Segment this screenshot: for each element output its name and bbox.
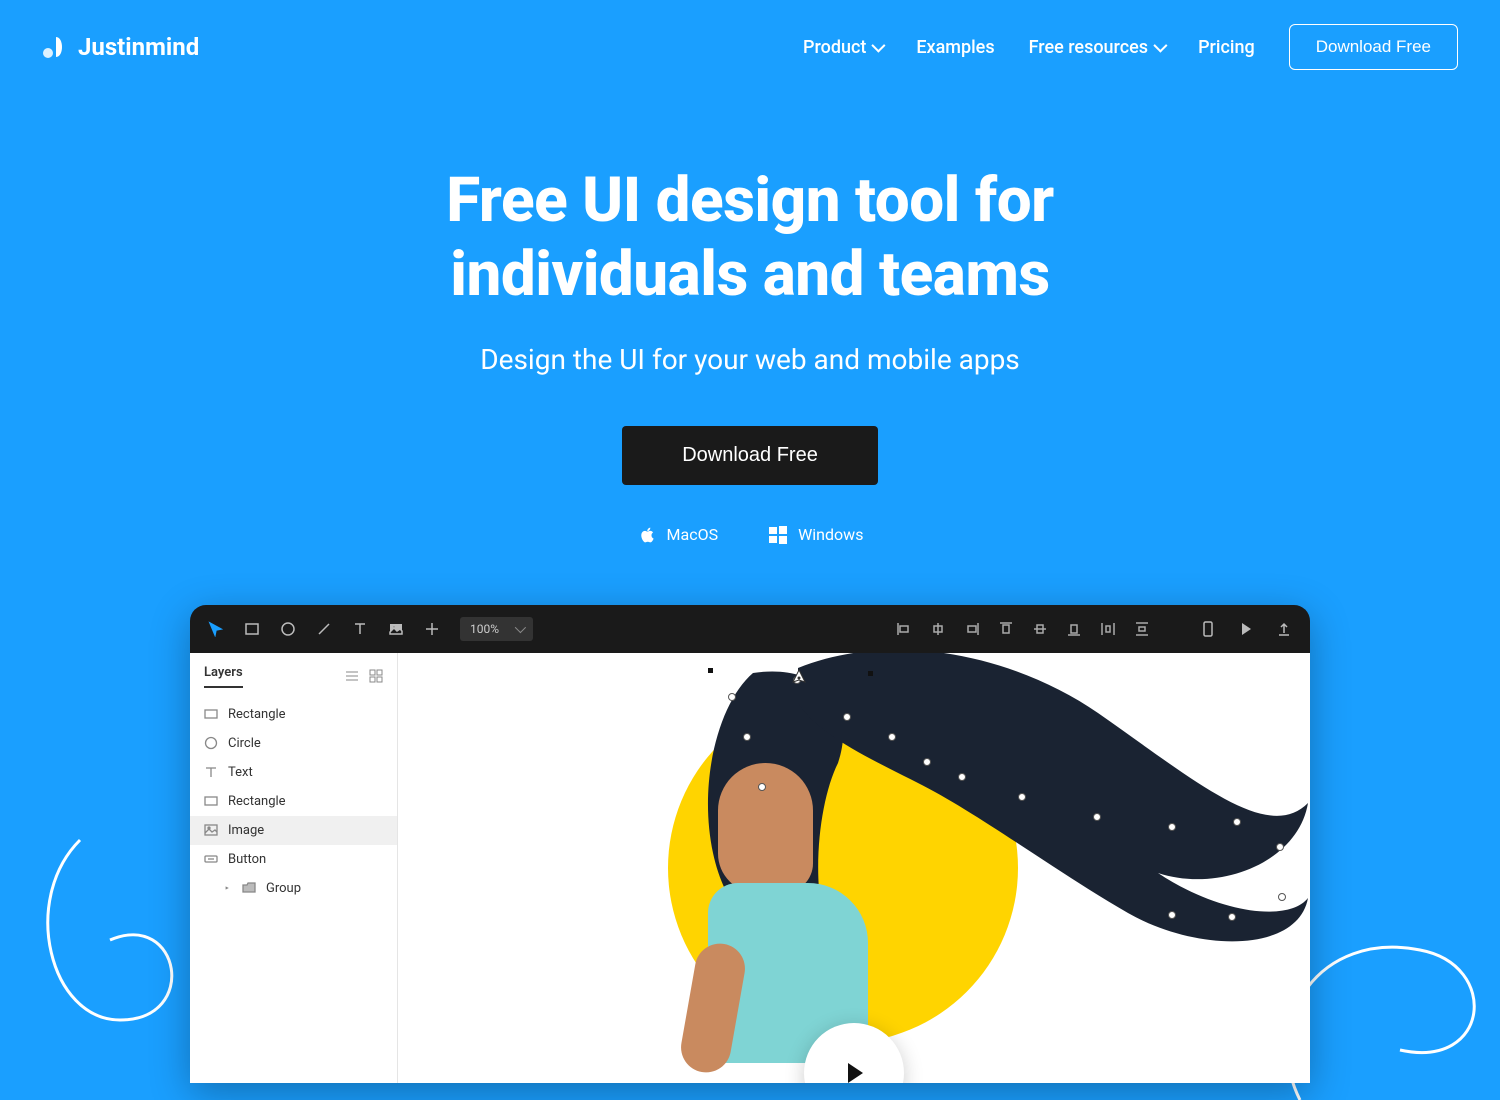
chevron-down-icon [872, 39, 886, 53]
anchor-node[interactable] [1276, 843, 1284, 851]
anchor-node[interactable] [1093, 813, 1101, 821]
anchor-node[interactable] [1168, 823, 1176, 831]
layer-item[interactable]: Rectangle [190, 700, 397, 729]
layer-label: Rectangle [228, 707, 286, 722]
layer-item[interactable]: Rectangle [190, 787, 397, 816]
pointer-tool-icon[interactable] [208, 621, 224, 637]
layer-item[interactable]: Group [190, 874, 397, 903]
nav-examples[interactable]: Examples [916, 37, 994, 58]
apple-icon [637, 525, 657, 545]
hero-subtitle: Design the UI for your web and mobile ap… [0, 343, 1500, 376]
layer-item[interactable]: Text [190, 758, 397, 787]
layer-label: Button [228, 852, 266, 867]
align-left-icon[interactable] [896, 621, 912, 637]
list-view-icon[interactable] [345, 669, 359, 683]
line-tool-icon[interactable] [316, 621, 332, 637]
right-tools [1200, 621, 1292, 637]
nav-product-label: Product [803, 37, 866, 58]
anchor-node[interactable] [758, 783, 766, 791]
illustration-face [718, 763, 813, 893]
anchor-node[interactable] [888, 733, 896, 741]
layer-label: Rectangle [228, 794, 286, 809]
anchor-node[interactable] [1228, 913, 1236, 921]
device-preview-icon[interactable] [1200, 621, 1216, 637]
play-icon[interactable] [1238, 621, 1254, 637]
platform-macos[interactable]: MacOS [637, 525, 719, 545]
brand-name: Justinmind [78, 33, 199, 61]
logo[interactable]: Justinmind [42, 33, 199, 61]
layer-label: Group [266, 881, 301, 896]
app-mockup: 100% Layers [190, 605, 1310, 1083]
anchor-node[interactable] [1278, 893, 1286, 901]
main-nav: Product Examples Free resources Pricing … [803, 24, 1458, 70]
anchor-node[interactable] [1233, 818, 1241, 826]
tool-group-shapes [208, 621, 440, 637]
nav-pricing[interactable]: Pricing [1198, 37, 1255, 58]
align-center-v-icon[interactable] [1032, 621, 1048, 637]
hero-section: Free UI design tool for individuals and … [0, 94, 1500, 545]
anchor-node[interactable] [843, 713, 851, 721]
download-button-header[interactable]: Download Free [1289, 24, 1458, 70]
layer-list: Rectangle Circle Text Rectangle Image ButtonG… [190, 696, 397, 907]
windows-icon [768, 525, 788, 545]
anchor-node[interactable] [728, 693, 736, 701]
rectangle-tool-icon[interactable] [244, 621, 260, 637]
platform-macos-label: MacOS [667, 525, 719, 544]
align-right-icon[interactable] [964, 621, 980, 637]
platform-links: MacOS Windows [0, 525, 1500, 545]
app-body: Layers Rectangle Circle Text Rectangle Image… [190, 653, 1310, 1083]
add-tool-icon[interactable] [424, 621, 440, 637]
sidebar-title: Layers [204, 665, 243, 688]
ellipse-tool-icon[interactable] [280, 621, 296, 637]
platform-windows-label: Windows [798, 525, 863, 544]
hero-title-line2: individuals and teams [450, 238, 1049, 311]
align-bottom-icon[interactable] [1066, 621, 1082, 637]
distribute-v-icon[interactable] [1134, 621, 1150, 637]
chevron-down-icon [515, 622, 526, 633]
layer-item[interactable]: Circle [190, 729, 397, 758]
layer-label: Text [228, 765, 253, 780]
download-button-hero[interactable]: Download Free [622, 426, 878, 485]
app-toolbar: 100% [190, 605, 1310, 653]
distribute-h-icon[interactable] [1100, 621, 1116, 637]
text-tool-icon[interactable] [352, 621, 368, 637]
zoom-selector[interactable]: 100% [460, 617, 533, 641]
hero-title: Free UI design tool for individuals and … [0, 164, 1500, 313]
layer-label: Image [228, 823, 264, 838]
canvas[interactable] [398, 653, 1310, 1083]
nav-product[interactable]: Product [803, 37, 882, 58]
image-tool-icon[interactable] [388, 621, 404, 637]
nav-resources-label: Free resources [1029, 37, 1148, 58]
align-group [896, 621, 1150, 637]
upload-icon[interactable] [1276, 621, 1292, 637]
layer-item[interactable]: Button [190, 845, 397, 874]
platform-windows[interactable]: Windows [768, 525, 863, 545]
anchor-node[interactable] [958, 773, 966, 781]
pen-cursor-icon [788, 668, 810, 690]
bezier-handle[interactable] [708, 668, 713, 673]
hero-title-line1: Free UI design tool for [446, 164, 1054, 237]
grid-view-icon[interactable] [369, 669, 383, 683]
layers-sidebar: Layers Rectangle Circle Text Rectangle Image… [190, 653, 398, 1083]
logo-icon [42, 33, 70, 61]
nav-pricing-label: Pricing [1198, 37, 1255, 58]
anchor-node[interactable] [1018, 793, 1026, 801]
align-top-icon[interactable] [998, 621, 1014, 637]
align-center-h-icon[interactable] [930, 621, 946, 637]
site-header: Justinmind Product Examples Free resourc… [0, 0, 1500, 94]
anchor-node[interactable] [1168, 911, 1176, 919]
zoom-value: 100% [470, 622, 499, 636]
nav-examples-label: Examples [916, 37, 994, 58]
anchor-node[interactable] [743, 733, 751, 741]
layer-label: Circle [228, 736, 261, 751]
chevron-down-icon [1153, 39, 1167, 53]
layer-item[interactable]: Image [190, 816, 397, 845]
nav-resources[interactable]: Free resources [1029, 37, 1164, 58]
bezier-handle[interactable] [868, 671, 873, 676]
anchor-node[interactable] [923, 758, 931, 766]
play-icon [839, 1058, 869, 1083]
sidebar-header: Layers [190, 653, 397, 696]
